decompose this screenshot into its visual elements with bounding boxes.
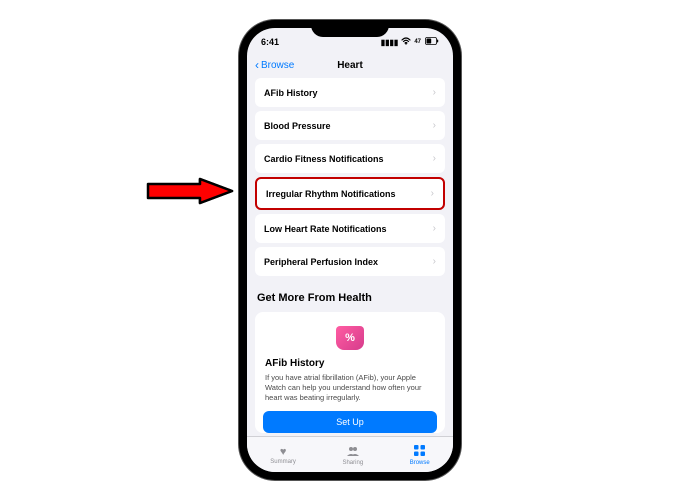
tab-browse[interactable]: Browse [410,445,430,466]
wifi-icon [401,37,411,47]
list-item-label: Peripheral Perfusion Index [264,257,378,267]
tab-label: Sharing [342,460,363,466]
page-title: Heart [337,60,363,71]
list-item-peripheral-perfusion[interactable]: Peripheral Perfusion Index › [255,247,445,276]
section-header: Get More From Health [255,288,445,312]
chevron-right-icon: › [433,153,436,164]
battery-icon [425,37,439,47]
back-button[interactable]: ‹ Browse [255,58,294,72]
main-content: AFib History › Blood Pressure › Cardio F… [247,78,453,436]
battery-percentage: 47 [414,39,421,45]
afib-heart-icon: % [336,326,364,350]
phone-device-frame: 6:41 ▮▮▮▮ 47 ‹ Browse Heart [239,20,461,480]
list-item-blood-pressure[interactable]: Blood Pressure › [255,111,445,140]
tab-bar: ♥ Summary Sharing Browse [247,436,453,472]
promo-description: If you have atrial fibrillation (AFib), … [265,373,435,403]
chevron-right-icon: › [433,223,436,234]
grid-icon [414,445,425,459]
people-icon [346,446,360,459]
status-time: 6:41 [261,37,279,47]
tab-label: Summary [270,459,296,465]
back-button-label: Browse [261,60,294,71]
tab-label: Browse [410,460,430,466]
list-item-label: AFib History [264,88,318,98]
callout-arrow [140,169,236,218]
list-item-label: Blood Pressure [264,121,331,131]
status-right-cluster: ▮▮▮▮ 47 [381,37,439,47]
phone-notch [311,20,389,37]
heart-icon: ♥ [280,446,287,458]
tab-sharing[interactable]: Sharing [342,446,363,466]
chevron-left-icon: ‹ [255,58,259,72]
list-item-label: Irregular Rhythm Notifications [266,189,396,199]
tab-summary[interactable]: ♥ Summary [270,446,296,465]
list-item-afib-history[interactable]: AFib History › [255,78,445,107]
promo-title: AFib History [265,358,435,369]
list-item-low-heart-rate[interactable]: Low Heart Rate Notifications › [255,214,445,243]
chevron-right-icon: › [433,256,436,267]
phone-screen: 6:41 ▮▮▮▮ 47 ‹ Browse Heart [247,28,453,472]
cellular-signal-icon: ▮▮▮▮ [381,38,399,47]
heart-data-list: AFib History › Blood Pressure › Cardio F… [255,78,445,276]
list-item-label: Low Heart Rate Notifications [264,224,387,234]
promo-icon-container: % [265,322,435,358]
promo-card-afib: % AFib History If you have atrial fibril… [255,312,445,433]
set-up-button[interactable]: Set Up [263,411,437,433]
list-item-label: Cardio Fitness Notifications [264,154,384,164]
navigation-bar: ‹ Browse Heart [247,52,453,78]
list-item-irregular-rhythm[interactable]: Irregular Rhythm Notifications › [255,177,445,210]
list-item-cardio-fitness[interactable]: Cardio Fitness Notifications › [255,144,445,173]
chevron-right-icon: › [433,120,436,131]
chevron-right-icon: › [431,188,434,199]
chevron-right-icon: › [433,87,436,98]
